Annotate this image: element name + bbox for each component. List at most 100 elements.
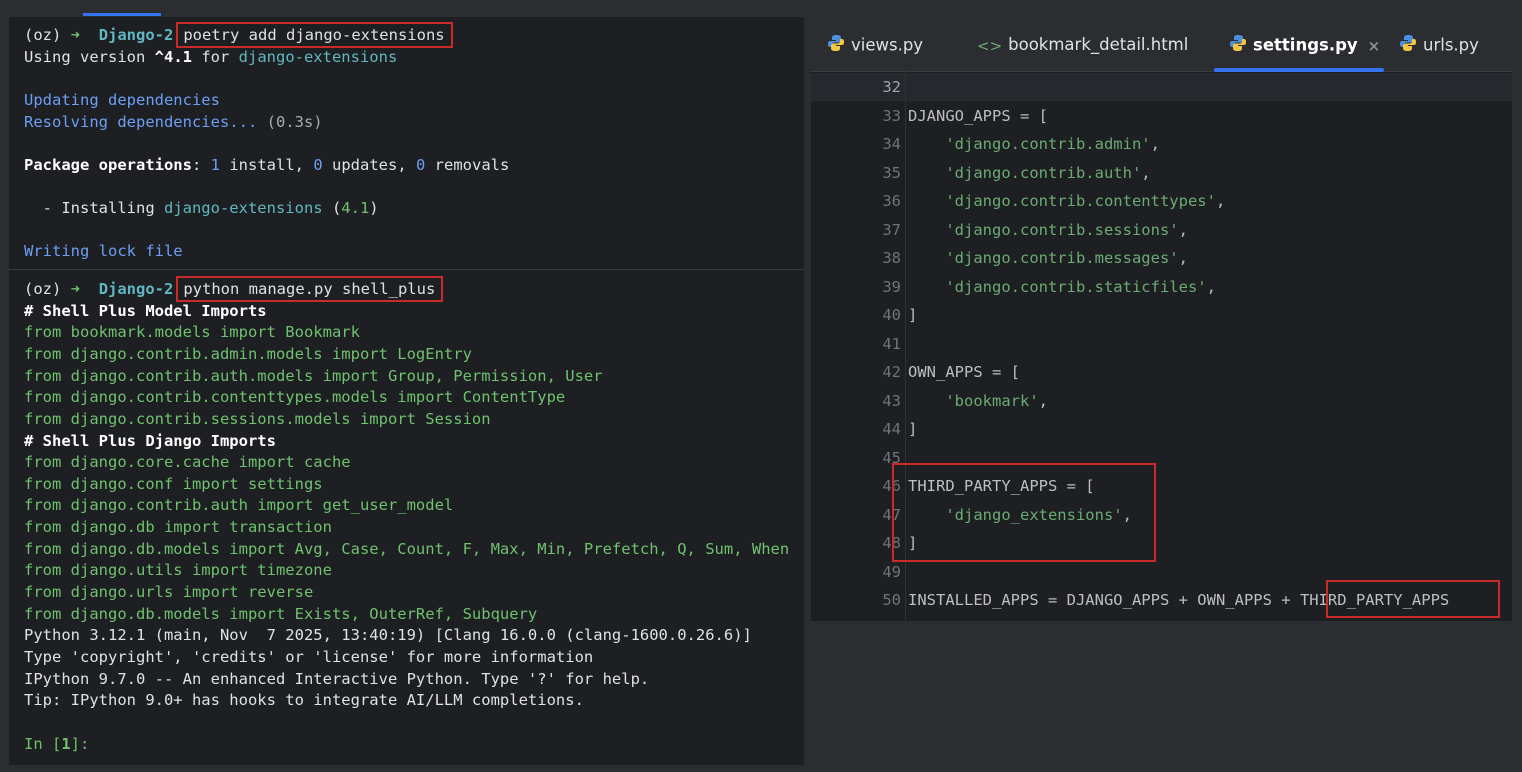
pkg-updates-text: updates, bbox=[322, 156, 416, 174]
installing-line: - Installing django-extensions (4.1) bbox=[24, 197, 379, 219]
terminal-pane-bottom[interactable]: (oz) ➜ Django-2 python manage.py shell_pl… bbox=[9, 269, 804, 766]
tab-label: settings.py bbox=[1253, 35, 1358, 55]
line-number: 34 bbox=[882, 135, 901, 153]
punctuation: , bbox=[1215, 192, 1226, 210]
installing-pkg: django-extensions bbox=[163, 199, 323, 217]
command-poetry-add: poetry add django-extensions bbox=[176, 22, 453, 48]
import-line: from bookmark.models import Bookmark bbox=[24, 323, 360, 341]
import-line: from django.utils import timezone bbox=[24, 561, 332, 579]
ipython-input-prompt[interactable]: In [1]: bbox=[24, 733, 89, 755]
resolving-text: Resolving dependencies... bbox=[24, 113, 258, 131]
tip-line: Tip: IPython 9.0+ has hooks to integrate… bbox=[24, 691, 584, 709]
line-number: 43 bbox=[882, 392, 901, 410]
resolving-time: (0.3s) bbox=[257, 113, 323, 131]
punctuation: , bbox=[1206, 278, 1216, 296]
code-line[interactable]: DJANGO_APPS = [ bbox=[908, 102, 1048, 130]
string-literal: 'django.contrib.messages' bbox=[945, 249, 1179, 267]
using-version: ^4.1 bbox=[154, 48, 192, 66]
in-prefix: In [ bbox=[24, 735, 62, 753]
line-number: 48 bbox=[882, 534, 901, 552]
code-line[interactable]: ] bbox=[908, 301, 917, 329]
line-number: 38 bbox=[882, 249, 901, 267]
line-number: 32 bbox=[882, 78, 901, 96]
line-number: 36 bbox=[882, 192, 901, 210]
installing-version: 4.1 bbox=[341, 199, 370, 217]
model-imports-header: # Shell Plus Model Imports bbox=[24, 302, 267, 320]
punctuation: , bbox=[1038, 392, 1048, 410]
import-line: from django.contrib.auth import get_user… bbox=[24, 496, 454, 514]
terminal-pane-top[interactable]: (oz) ➜ Django-2 poetry add django-extensi… bbox=[9, 17, 804, 268]
string-literal: 'django.contrib.contenttypes' bbox=[945, 192, 1216, 210]
line-number: 50 bbox=[882, 591, 901, 609]
python-version-line: Python 3.12.1 (main, Nov 7 2025, 13:40:1… bbox=[24, 626, 752, 644]
pkg-removals-text: removals bbox=[425, 156, 510, 174]
resolving-line: Resolving dependencies... (0.3s) bbox=[24, 111, 323, 133]
prompt-dir: Django-2 bbox=[98, 26, 174, 44]
code-line[interactable]: 'django.contrib.admin', bbox=[908, 130, 1160, 158]
punctuation: , bbox=[1141, 164, 1151, 182]
code-text: ] bbox=[908, 306, 918, 324]
prompt-line: (oz) ➜ Django-2 python manage.py shell_pl… bbox=[24, 276, 444, 302]
line-number: 46 bbox=[882, 477, 901, 495]
tab-views-py[interactable]: views.py bbox=[827, 34, 923, 56]
terminal-panel[interactable]: (oz) ➜ Django-2 poetry add django-extensi… bbox=[9, 13, 804, 766]
code-line[interactable]: 'django.contrib.staticfiles', bbox=[908, 273, 1216, 301]
pkg-install-text: install, bbox=[220, 156, 314, 174]
import-line: from django.contrib.admin.models import … bbox=[24, 345, 472, 363]
current-line-highlight bbox=[811, 73, 1512, 101]
code-text: DJANGO_APPS = [ bbox=[908, 107, 1048, 125]
import-line: from django.conf import settings bbox=[24, 475, 323, 493]
code-text: OWN_APPS = [ bbox=[908, 363, 1020, 381]
line-number: 33 bbox=[882, 107, 901, 125]
terminal-active-tab-indicator bbox=[83, 13, 161, 16]
string-literal: 'django.contrib.sessions' bbox=[945, 221, 1179, 239]
tab-bookmark-detail-html[interactable]: <> bookmark_detail.html bbox=[977, 34, 1188, 56]
prompt-env: (oz) bbox=[24, 26, 62, 44]
line-number: 35 bbox=[882, 164, 901, 182]
punctuation: , bbox=[1150, 135, 1160, 153]
code-line[interactable]: 'django.contrib.messages', bbox=[908, 244, 1188, 272]
highlight-box-third-party-apps bbox=[892, 463, 1156, 562]
tab-settings-py[interactable]: settings.py × bbox=[1229, 34, 1380, 56]
pkg-ops-sep: : bbox=[191, 156, 211, 174]
code-line[interactable]: 'django.contrib.sessions', bbox=[908, 216, 1188, 244]
code-line[interactable]: 'django.contrib.auth', bbox=[908, 159, 1151, 187]
python-file-icon bbox=[1399, 34, 1417, 58]
line-number: 47 bbox=[882, 506, 901, 524]
code-line[interactable]: 'django.contrib.contenttypes', bbox=[908, 187, 1225, 215]
code-line[interactable]: ] bbox=[908, 415, 917, 443]
prompt-arrow: ➜ bbox=[70, 26, 81, 44]
tab-label: urls.py bbox=[1423, 35, 1479, 55]
in-number: 1 bbox=[61, 735, 71, 753]
python-file-icon bbox=[827, 34, 845, 58]
code-editor[interactable]: views.py <> bookmark_detail.html settings… bbox=[811, 17, 1512, 621]
line-number: 37 bbox=[882, 221, 901, 239]
editor-tab-bar: views.py <> bookmark_detail.html settings… bbox=[811, 17, 1512, 72]
type-info-line: Type 'copyright', 'credits' or 'license'… bbox=[24, 648, 594, 666]
close-icon[interactable]: × bbox=[1368, 37, 1381, 55]
installing-prefix: - Installing bbox=[24, 199, 164, 217]
string-literal: 'django.contrib.admin' bbox=[945, 135, 1151, 153]
line-number: 39 bbox=[882, 278, 901, 296]
django-imports-header: # Shell Plus Django Imports bbox=[24, 432, 276, 450]
tab-label: views.py bbox=[851, 35, 924, 55]
prompt-dir: Django-2 bbox=[98, 280, 174, 298]
writing-lock-line: Writing lock file bbox=[24, 242, 183, 260]
import-line: from django.urls import reverse bbox=[24, 583, 314, 601]
tab-label: bookmark_detail.html bbox=[1008, 35, 1189, 54]
code-line[interactable]: OWN_APPS = [ bbox=[908, 358, 1020, 386]
line-number: 44 bbox=[882, 420, 901, 438]
code-text: INSTALLED_APPS = DJANGO_APPS + OWN_APPS … bbox=[908, 591, 1300, 609]
code-line[interactable]: 'bookmark', bbox=[908, 387, 1048, 415]
pkg-ops-label: Package operations bbox=[24, 156, 192, 174]
import-line: from django.contrib.auth.models import G… bbox=[24, 367, 603, 385]
tab-urls-py[interactable]: urls.py bbox=[1399, 34, 1479, 56]
import-line: from django.db.models import Avg, Case, … bbox=[24, 540, 790, 558]
punctuation: , bbox=[1178, 221, 1188, 239]
import-line: from django.db.models import Exists, Out… bbox=[24, 605, 538, 623]
